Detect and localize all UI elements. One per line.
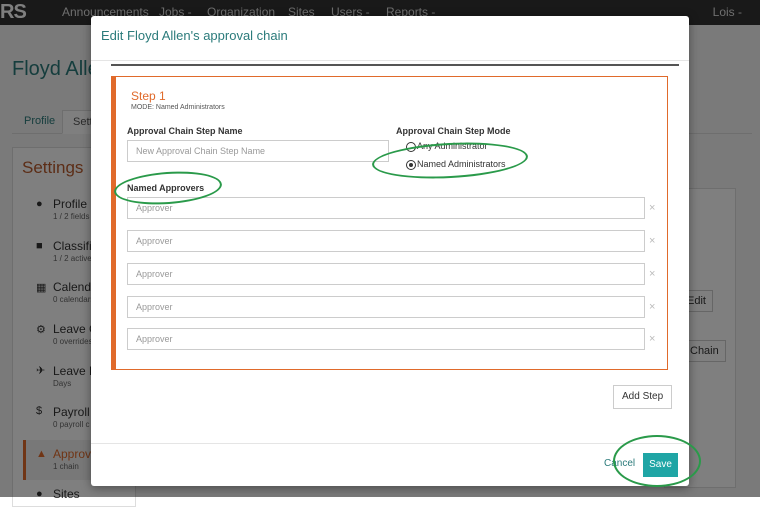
step-mode-text: MODE: Named Administrators xyxy=(131,104,225,111)
step-name-label: Approval Chain Step Name xyxy=(127,126,243,136)
modal-title: Edit Floyd Allen's approval chain xyxy=(101,28,288,43)
remove-approver-icon[interactable]: × xyxy=(649,268,655,280)
modal-body-topbar xyxy=(111,64,679,66)
approver-input[interactable] xyxy=(127,230,645,252)
approver-input[interactable] xyxy=(127,296,645,318)
remove-approver-icon[interactable]: × xyxy=(649,301,655,313)
step-title: Step 1 xyxy=(131,89,166,103)
approver-input[interactable] xyxy=(127,263,645,285)
approver-input[interactable] xyxy=(127,197,645,219)
remove-approver-icon[interactable]: × xyxy=(649,235,655,247)
remove-approver-icon[interactable]: × xyxy=(649,333,655,345)
add-step-button[interactable]: Add Step xyxy=(613,385,673,409)
modal-footer-divider xyxy=(91,443,689,444)
modal-header-divider xyxy=(91,60,689,61)
approval-chain-modal: Edit Floyd Allen's approval chain Step 1… xyxy=(91,16,689,486)
remove-approver-icon[interactable]: × xyxy=(649,202,655,214)
approver-input[interactable] xyxy=(127,328,645,350)
step-name-input[interactable] xyxy=(127,140,389,162)
annotation-ellipse-save xyxy=(613,435,701,487)
step-mode-label: Approval Chain Step Mode xyxy=(396,126,511,136)
step-card: Step 1 MODE: Named Administrators Approv… xyxy=(111,76,668,370)
